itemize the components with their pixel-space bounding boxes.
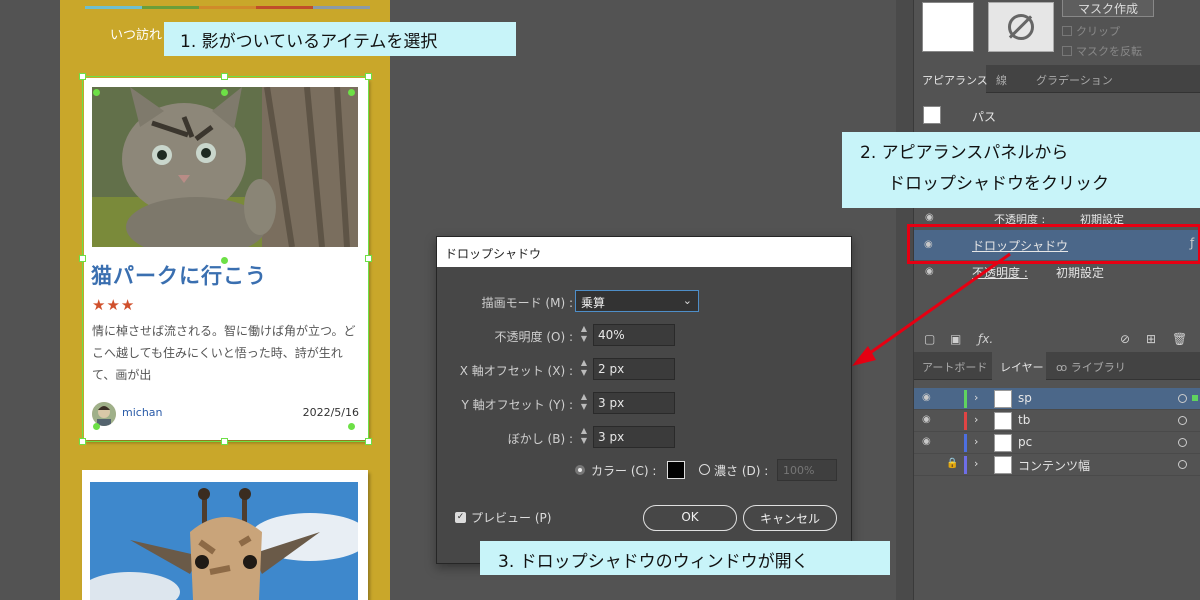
- opacity-row-value: 初期設定: [1056, 266, 1105, 280]
- layer-name[interactable]: tb: [1018, 413, 1030, 427]
- appearance-tabbar: アピアランス 線 グラデーション: [914, 65, 1200, 93]
- artboard: いつ訪れ 猫パークに行こう ★★★ 情に棹させば流される。智に働けば角が立つ。ど…: [60, 0, 390, 600]
- tab-stroke[interactable]: 線: [996, 72, 1007, 88]
- tab-gradient[interactable]: グラデーション: [1036, 72, 1113, 88]
- kitten-photo: [92, 87, 358, 247]
- tab-libraries-label: ライブラリ: [1070, 361, 1126, 374]
- giraffe-photo: [90, 482, 358, 600]
- layer-thumbnail: [994, 390, 1012, 408]
- darkness-radio[interactable]: [699, 464, 710, 475]
- step1-callout: 1. 影がついているアイテムを選択: [164, 22, 516, 56]
- blend-mode-label: 描画モード (M) :: [481, 296, 573, 310]
- layer-color: [964, 412, 967, 430]
- stepper-icon[interactable]: ▲ ▼: [579, 358, 589, 380]
- target-icon[interactable]: [1178, 438, 1187, 447]
- step2-line1: 2. アピアランスパネルから: [860, 143, 1069, 163]
- opacity-field[interactable]: 40%: [593, 324, 675, 346]
- blog-card[interactable]: 猫パークに行こう ★★★ 情に棹させば流される。智に働けば角が立つ。どこへ越して…: [84, 78, 368, 440]
- layer-thumbnail: [994, 456, 1012, 474]
- callout-arrow: [852, 252, 1011, 366]
- layer-row[interactable]: ◉ › tb: [914, 410, 1200, 432]
- card-title: 猫パークに行こう: [91, 264, 267, 288]
- layer-row[interactable]: 🔒 › コンテンツ幅: [914, 454, 1200, 476]
- invert-mask-checkbox[interactable]: マスクを反転: [1062, 43, 1142, 59]
- clip-checkbox[interactable]: クリップ: [1062, 23, 1120, 39]
- opacity-label: 不透明度 (O) :: [494, 330, 573, 344]
- object-thumbnail[interactable]: [922, 2, 974, 52]
- stepper-icon[interactable]: ▲ ▼: [579, 426, 589, 448]
- darkness-field[interactable]: 100%: [777, 459, 837, 481]
- chevron-right-icon[interactable]: ›: [974, 413, 978, 426]
- layer-name[interactable]: sp: [1018, 391, 1032, 405]
- step2-callout: 2. アピアランスパネルから ドロップシャドウをクリック: [842, 132, 1200, 208]
- selection-indicator[interactable]: [1192, 395, 1198, 401]
- layer-name[interactable]: コンテンツ幅: [1018, 457, 1090, 474]
- layer-thumbnail: [994, 434, 1012, 452]
- preview-checkbox[interactable]: ✓: [455, 512, 466, 523]
- ok-button[interactable]: OK: [643, 505, 737, 531]
- layer-name[interactable]: pc: [1018, 435, 1032, 449]
- path-swatch: [923, 106, 941, 124]
- duplicate-item-icon[interactable]: ⊞: [1146, 332, 1156, 346]
- layer-color: [964, 434, 967, 452]
- invert-mask-label: マスクを反転: [1076, 45, 1142, 58]
- blend-mode-select[interactable]: 乗算 ⌄: [575, 290, 699, 312]
- x-offset-field[interactable]: 2 px: [593, 358, 675, 380]
- eye-icon[interactable]: ◉: [922, 392, 931, 403]
- no-mask-icon[interactable]: [988, 2, 1054, 52]
- post-date: 2022/5/16: [302, 406, 359, 419]
- stepper-icon[interactable]: ▲ ▼: [579, 392, 589, 414]
- target-icon[interactable]: [1178, 394, 1187, 403]
- chevron-down-icon: ⌄: [682, 294, 692, 307]
- chevron-right-icon[interactable]: ›: [974, 457, 978, 470]
- y-offset-field[interactable]: 3 px: [593, 392, 675, 414]
- make-mask-button[interactable]: マスク作成: [1062, 0, 1154, 17]
- layer-row[interactable]: ◉ › sp: [914, 388, 1200, 410]
- cc-libraries-icon: ꝏ: [1056, 361, 1071, 374]
- artboard-header-text: いつ訪れ: [110, 28, 163, 43]
- clear-appearance-icon[interactable]: ⊘: [1120, 332, 1130, 346]
- eye-icon[interactable]: ◉: [925, 212, 934, 223]
- target-icon[interactable]: [1178, 460, 1187, 469]
- trash-icon[interactable]: 🗑: [1172, 332, 1187, 346]
- blur-field[interactable]: 3 px: [593, 426, 675, 448]
- shadow-color-swatch[interactable]: [667, 461, 685, 479]
- target-icon[interactable]: [1178, 416, 1187, 425]
- blog-card[interactable]: [82, 470, 368, 600]
- eye-icon[interactable]: ◉: [922, 436, 931, 447]
- color-stripe: [85, 6, 370, 9]
- eye-icon[interactable]: ◉: [922, 414, 931, 425]
- rating-stars: ★★★: [92, 296, 136, 314]
- blur-label: ぼかし (B) :: [507, 432, 573, 446]
- drop-shadow-dialog: ドロップシャドウ 描画モード (M) : 乗算 ⌄ 不透明度 (O) : ▲ ▼ …: [436, 236, 852, 564]
- clip-label: クリップ: [1076, 25, 1120, 38]
- dialog-title: ドロップシャドウ: [437, 237, 851, 267]
- tab-appearance[interactable]: アピアランス: [922, 72, 988, 88]
- layer-color: [964, 456, 967, 474]
- author-name[interactable]: michan: [122, 406, 163, 419]
- preview-label: プレビュー (P): [471, 511, 552, 525]
- layer-thumbnail: [994, 412, 1012, 430]
- card-excerpt: 情に棹させば流される。智に働けば角が立つ。どこへ越しても住みにくいと悟った時、詩…: [92, 324, 356, 382]
- chevron-right-icon[interactable]: ›: [974, 391, 978, 404]
- stepper-icon[interactable]: ▲ ▼: [579, 324, 589, 346]
- lock-icon[interactable]: 🔒: [946, 458, 958, 469]
- color-label: カラー (C) :: [591, 464, 657, 478]
- cancel-button[interactable]: キャンセル: [743, 505, 837, 531]
- author-avatar: [92, 402, 116, 426]
- x-offset-label: X 軸オフセット (X) :: [459, 364, 573, 378]
- layer-row[interactable]: ◉ › pc: [914, 432, 1200, 454]
- layer-color: [964, 390, 967, 408]
- tab-libraries[interactable]: ꝏ ライブラリ: [1056, 359, 1126, 375]
- darkness-label: 濃さ (D) :: [714, 464, 769, 478]
- blend-mode-value: 乗算: [581, 296, 606, 310]
- step2-line2: ドロップシャドウをクリック: [888, 174, 1109, 194]
- chevron-right-icon[interactable]: ›: [974, 435, 978, 448]
- step3-callout: 3. ドロップシャドウのウィンドウが開く: [480, 541, 890, 575]
- color-radio[interactable]: [575, 465, 585, 475]
- appearance-path-label: パス: [972, 110, 997, 124]
- y-offset-label: Y 軸オフセット (Y) :: [461, 398, 573, 412]
